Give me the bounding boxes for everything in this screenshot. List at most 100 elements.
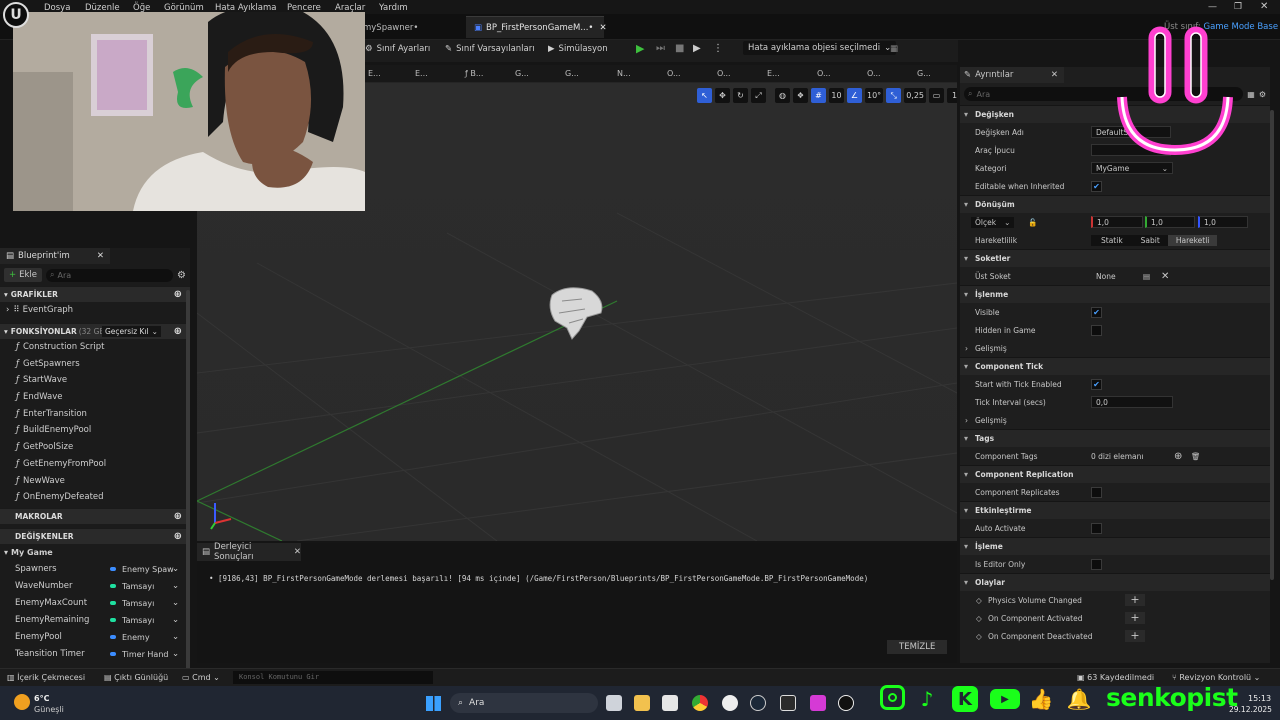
unsaved-button[interactable]: ▣ 63 Kaydedilmedi (1077, 673, 1154, 682)
minimize-icon[interactable]: — (1208, 2, 1217, 12)
variable-item[interactable]: Spawners Enemy Spaw ⌄ (0, 561, 190, 578)
tick-interval-input[interactable]: 0,0 (1091, 396, 1173, 408)
section-functions[interactable]: ▾ FONKSİYONLAR (32 GEÇE Geçersiz Kıl ⌄ ⊕ (0, 322, 190, 339)
file-explorer-icon[interactable] (634, 695, 650, 711)
play-icon[interactable]: ▶ (636, 42, 644, 55)
tab-game-mode[interactable]: ▣ BP_FirstPersonGameM...• ✕ (466, 16, 607, 38)
debug-filter-icon[interactable]: ▦ (890, 44, 898, 54)
section-graphs[interactable]: ▾ GRAFİKLER ⊕ (0, 286, 190, 302)
chevron-down-icon[interactable]: ⌄ (172, 598, 179, 608)
angle-snap-icon[interactable]: ∠ (847, 88, 862, 103)
scale-dropdown[interactable]: Ölçek ⌄ (971, 216, 1015, 228)
variable-item[interactable]: EnemyPool Enemy ⌄ (0, 629, 190, 646)
graph-tab[interactable]: O... (817, 69, 831, 78)
function-item[interactable]: ƒ OnEnemyDefeated (0, 489, 190, 506)
table-view-icon[interactable]: ▦ (1247, 90, 1255, 99)
taskbar-search[interactable]: ⌕ Ara (450, 693, 598, 713)
section-transform[interactable]: Dönüşüm (960, 195, 1270, 213)
editor-only-checkbox[interactable] (1091, 558, 1102, 570)
scale-icon[interactable]: ⤢ (751, 88, 766, 103)
app-icon[interactable] (810, 695, 826, 711)
translate-icon[interactable]: ✥ (715, 88, 730, 103)
chevron-down-icon[interactable]: ⌄ (172, 615, 179, 625)
revision-control-button[interactable]: ⑂ Revizyon Kontrolü ⌄ (1172, 673, 1260, 682)
output-log-button[interactable]: ▤ Çıktı Günlüğü (104, 673, 168, 682)
maximize-icon[interactable]: ❐ (1234, 2, 1242, 12)
compiler-tab[interactable]: ▤ Derleyici Sonuçları ✕ (197, 542, 301, 562)
scale-x-input[interactable]: 1,0 (1091, 216, 1143, 228)
content-drawer-button[interactable]: ▥ İçerik Çekmecesi (7, 673, 85, 682)
search-input[interactable]: ⌕ Ara (46, 268, 174, 282)
section-tags[interactable]: Tags (960, 429, 1270, 447)
graph-tab[interactable]: O... (867, 69, 881, 78)
epic-games-icon[interactable] (780, 695, 796, 711)
graph-tab[interactable]: G... (565, 69, 579, 78)
graph-tab[interactable]: E... (368, 69, 381, 78)
eject-icon[interactable]: ▶ (693, 43, 701, 54)
visible-checkbox[interactable]: ✔ (1091, 306, 1102, 318)
close-icon[interactable]: ✕ (294, 547, 301, 557)
more-options-icon[interactable]: ⋮ (713, 43, 723, 54)
hidden-in-game-checkbox[interactable] (1091, 324, 1102, 336)
function-item[interactable]: ƒ GetPoolSize (0, 439, 190, 456)
close-window-icon[interactable]: ✕ (1260, 1, 1268, 12)
editable-inherited-checkbox[interactable]: ✔ (1091, 180, 1102, 192)
simulation-button[interactable]: ▶ Simülasyon (548, 44, 608, 54)
event-graph-item[interactable]: › ⠿ EventGraph (0, 302, 190, 319)
gear-icon[interactable]: ⚙ (177, 270, 186, 281)
trash-icon[interactable]: 🗑 (1191, 452, 1201, 461)
windows-start-icon[interactable] (426, 696, 441, 711)
add-graph-icon[interactable]: ⊕ (174, 289, 182, 300)
add-event-button[interactable]: + (1125, 612, 1145, 624)
auto-activate-checkbox[interactable] (1091, 522, 1102, 534)
weather-icon[interactable] (14, 694, 30, 710)
add-variable-icon[interactable]: ⊕ (174, 531, 182, 542)
section-variables[interactable]: DEĞİŞKENLER ⊕ (0, 527, 190, 544)
graph-tab[interactable]: O... (717, 69, 731, 78)
start-tick-checkbox[interactable]: ✔ (1091, 378, 1102, 390)
class-defaults-button[interactable]: ✎ Sınıf Varsayılanları (445, 44, 535, 54)
add-macro-icon[interactable]: ⊕ (174, 511, 182, 522)
rotate-icon[interactable]: ↻ (733, 88, 748, 103)
graph-tab[interactable]: ƒ B... (465, 69, 483, 78)
folder-icon[interactable]: ▤ (1143, 272, 1150, 281)
section-events[interactable]: Olaylar (960, 573, 1270, 591)
section-rendering[interactable]: İşlenme (960, 285, 1270, 303)
graph-tab[interactable]: E... (415, 69, 428, 78)
grid-snap-value[interactable]: 10 (829, 88, 844, 103)
section-cooking[interactable]: İşleme (960, 537, 1270, 555)
class-settings-button[interactable]: ⚙ Sınıf Ayarları (365, 44, 430, 54)
cmd-dropdown[interactable]: ▭ Cmd ⌄ (182, 673, 220, 682)
stop-icon[interactable]: ■ (675, 43, 684, 54)
category-dropdown[interactable]: MyGame ⌄ (1091, 162, 1173, 174)
details-scrollbar[interactable] (1270, 110, 1274, 580)
step-icon[interactable]: ⏭ (656, 43, 665, 54)
tab-spawner[interactable]: mySpawner• (355, 17, 426, 39)
function-item[interactable]: ƒ Construction Script (0, 339, 190, 356)
function-item[interactable]: ƒ GetEnemyFromPool (0, 456, 190, 473)
advanced-tick[interactable]: › Gelişmiş (960, 411, 1270, 429)
mobility-movable[interactable]: Hareketli (1167, 234, 1218, 246)
override-dropdown[interactable]: Geçersiz Kıl ⌄ (102, 325, 161, 337)
steam-icon[interactable] (750, 695, 766, 711)
add-event-button[interactable]: + (1125, 630, 1145, 642)
task-view-icon[interactable] (606, 695, 622, 711)
section-replication[interactable]: Component Replication (960, 465, 1270, 483)
graph-tab[interactable]: G... (917, 69, 931, 78)
clear-icon[interactable]: ✕ (1161, 271, 1169, 282)
add-event-button[interactable]: + (1125, 594, 1145, 606)
chevron-down-icon[interactable]: ⌄ (172, 649, 179, 659)
lock-icon[interactable]: 🔓 (1028, 218, 1037, 227)
function-item[interactable]: ƒ EnterTransition (0, 405, 190, 422)
unreal-logo-icon[interactable]: U (3, 2, 29, 28)
console-input[interactable]: Konsol Komutunu Gir (233, 671, 433, 684)
menu-help[interactable]: Yardım (379, 3, 408, 13)
grid-snap-icon[interactable]: # (811, 88, 826, 103)
add-function-icon[interactable]: ⊕ (174, 326, 182, 337)
select-mode-icon[interactable]: ↖ (697, 88, 712, 103)
add-button[interactable]: + Ekle (4, 268, 43, 282)
angle-snap-value[interactable]: 10° (865, 88, 884, 103)
camera-speed-icon[interactable]: ▭ (929, 88, 944, 103)
graph-tab[interactable]: G... (515, 69, 529, 78)
chevron-down-icon[interactable]: ⌄ (172, 581, 179, 591)
